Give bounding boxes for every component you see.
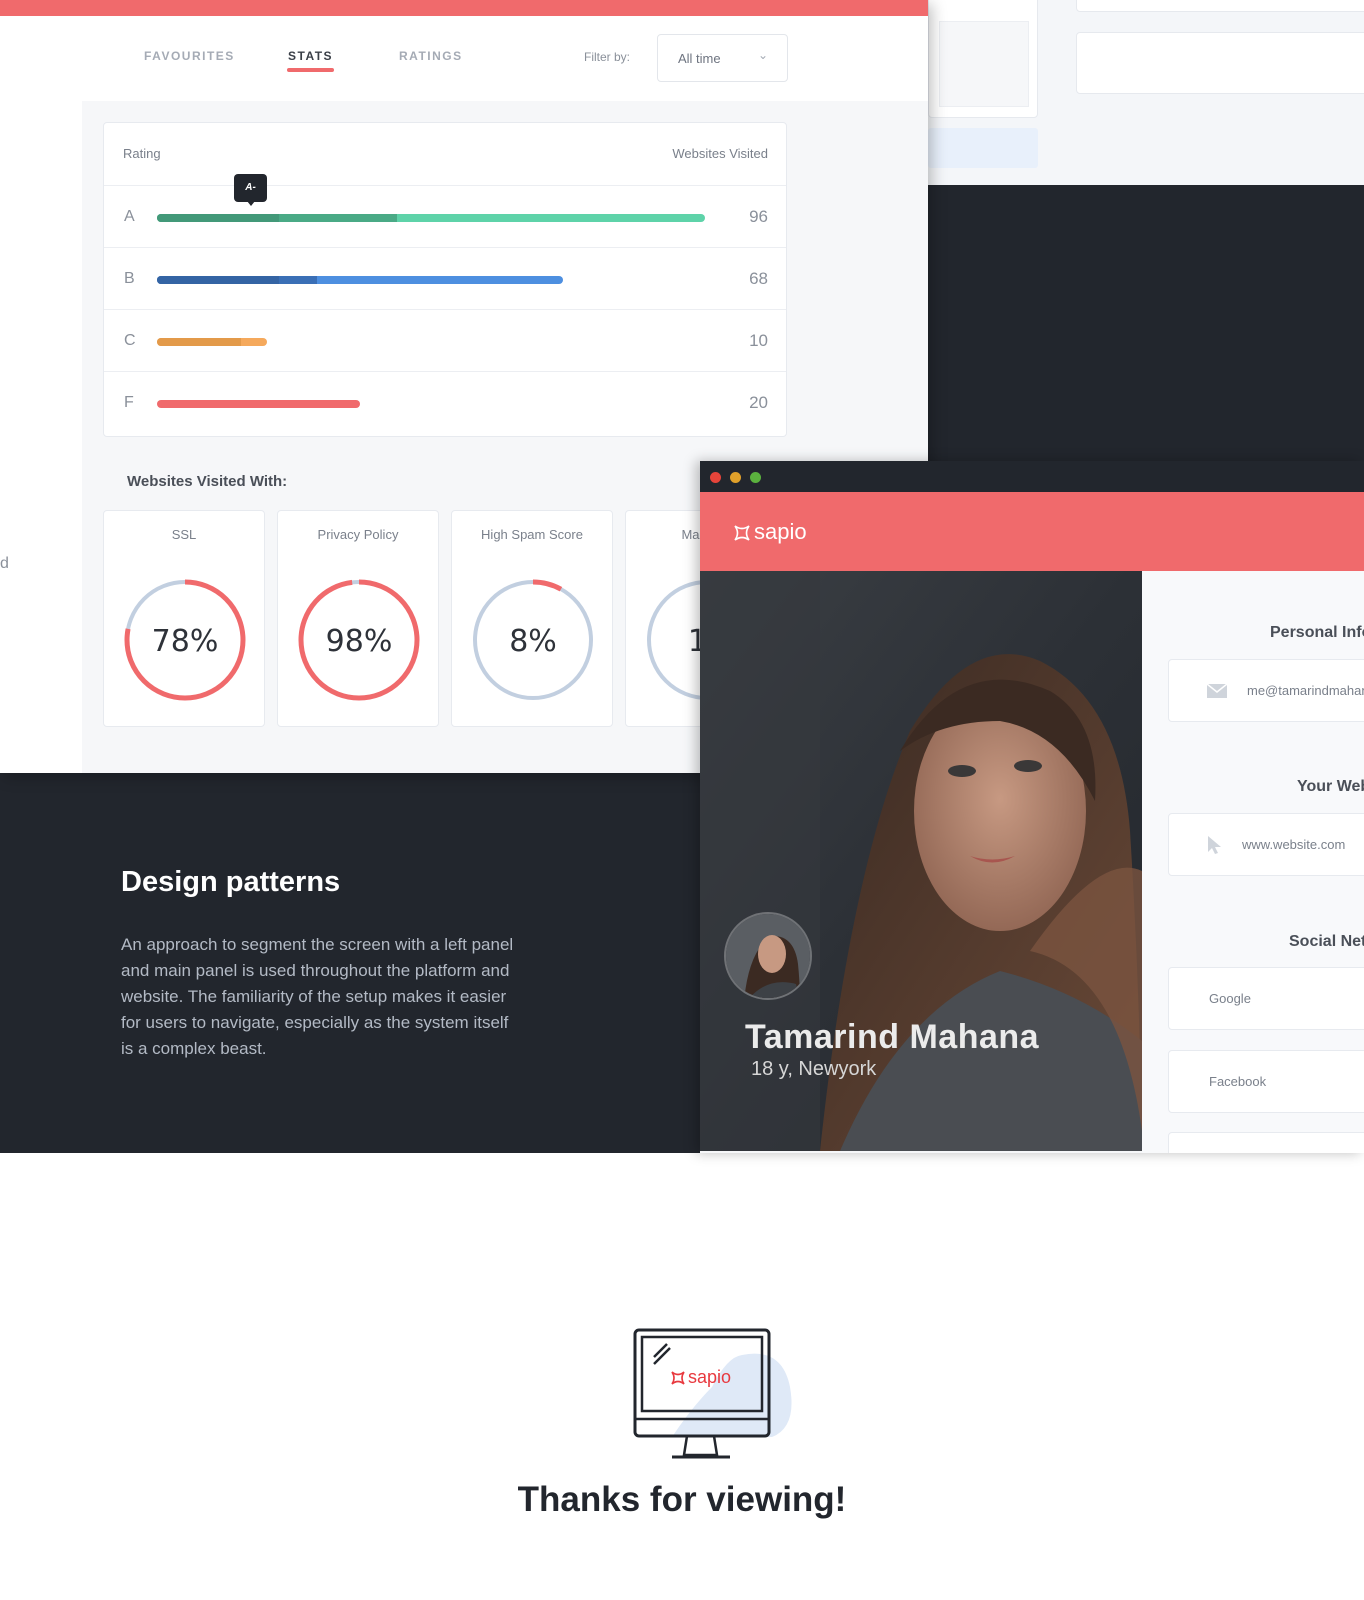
rating-bar-segment — [157, 214, 279, 222]
rating-bar-segment — [157, 338, 241, 346]
active-tab-indicator — [287, 68, 334, 72]
social-field[interactable] — [1168, 1132, 1364, 1153]
ghost-box — [939, 21, 1029, 107]
rating-letter: F — [124, 394, 134, 411]
personal-info-label: Personal Info — [1270, 624, 1364, 641]
metric-label: High Spam Score — [481, 527, 583, 542]
maximize-dot[interactable] — [750, 472, 761, 483]
metric-value: 98% — [326, 624, 393, 659]
filter-value: All time — [678, 51, 721, 66]
rating-row: C 10 — [104, 309, 786, 372]
close-dot[interactable] — [710, 472, 721, 483]
top-accent-bar — [0, 0, 928, 16]
rating-letter: B — [124, 270, 135, 287]
tooltip-arrow — [247, 201, 255, 206]
brand-name: sapio — [754, 519, 807, 544]
tab-favourites[interactable]: FAVOURITES — [144, 49, 235, 63]
social-networks-label: Social Net — [1289, 933, 1364, 950]
sapio-logo-icon — [732, 523, 752, 548]
rating-bar[interactable] — [157, 276, 563, 284]
bar-tooltip: A- — [234, 174, 267, 202]
rating-count: 20 — [749, 393, 768, 412]
filter-label: Filter by: — [584, 50, 631, 64]
rating-row: B 68 — [104, 247, 786, 310]
metric-card: Privacy Policy 98% — [277, 510, 439, 727]
filter-select[interactable]: All time ⌄ — [657, 34, 788, 82]
email-field[interactable]: me@tamarindmahana — [1168, 659, 1364, 722]
ratings-card: Rating Websites Visited A 96 B 68 C 10 F 20 — [103, 122, 787, 437]
email-value: me@tamarindmahana — [1247, 683, 1364, 698]
facebook-field[interactable]: Facebook — [1168, 1050, 1364, 1113]
website-value: www.website.com — [1242, 837, 1346, 852]
metric-donut: 78% — [124, 579, 246, 701]
metric-donut: 8% — [472, 579, 594, 701]
rating-bar[interactable] — [157, 338, 267, 346]
profile-window: sapio Tamarind Mahana 18 y, Newyork Pers… — [700, 461, 1364, 1153]
thanks-text: Thanks for viewing! — [517, 1480, 847, 1519]
rating-count: 10 — [749, 331, 768, 350]
rating-count: 68 — [749, 269, 768, 288]
rating-bar[interactable] — [157, 214, 705, 222]
cursor-icon — [1207, 835, 1223, 860]
metric-label: Privacy Policy — [317, 527, 399, 542]
tab-stats[interactable]: STATS — [288, 49, 333, 63]
info-panel: Personal Info me@tamarindmahana Your Web… — [1142, 571, 1364, 1153]
metric-value: 78% — [152, 624, 219, 659]
dark-band — [928, 185, 1364, 465]
rating-count: 96 — [749, 207, 768, 226]
background-panel — [928, 0, 1364, 185]
ghost-card — [1076, 0, 1364, 12]
metric-card: High Spam Score 8% — [451, 510, 613, 727]
google-label: Google — [1209, 991, 1251, 1006]
minimize-dot[interactable] — [730, 472, 741, 483]
app-header: sapio — [700, 492, 1364, 571]
monitor-illustration: sapio — [632, 1327, 802, 1467]
website-label: Your Web — [1297, 778, 1364, 795]
rating-row: A 96 — [104, 185, 786, 248]
metric-value: 8% — [509, 624, 557, 659]
rating-bar-segment — [157, 276, 279, 284]
metric-donut: 98% — [298, 579, 420, 701]
section-body: An approach to segment the screen with a… — [121, 935, 514, 1058]
rating-bar[interactable] — [157, 400, 360, 408]
section-title: Design patterns — [121, 866, 341, 898]
mail-icon — [1206, 683, 1228, 703]
rating-row: F 20 — [104, 371, 786, 434]
window-titlebar — [700, 461, 1364, 492]
facebook-label: Facebook — [1209, 1074, 1267, 1089]
rating-column-header: Rating — [123, 146, 161, 161]
visited-heading: Websites Visited With: — [127, 473, 288, 490]
rating-letter: A — [124, 208, 135, 225]
rating-letter: C — [124, 332, 136, 349]
side-text: d — [0, 555, 9, 572]
avatar — [724, 912, 812, 1000]
ghost-card — [928, 0, 1038, 118]
visited-column-header: Websites Visited — [672, 146, 768, 161]
tab-ratings[interactable]: RATINGS — [399, 49, 463, 63]
website-field[interactable]: www.website.com — [1168, 813, 1364, 876]
profile-name: Tamarind Mahana — [745, 1018, 1040, 1056]
profile-meta: 18 y, Newyork — [751, 1058, 877, 1080]
chevron-down-icon: ⌄ — [758, 48, 769, 62]
metric-label: SSL — [171, 527, 197, 542]
monitor-brand: sapio — [688, 1367, 732, 1387]
google-field[interactable]: Google — [1168, 967, 1364, 1030]
ghost-button — [928, 128, 1038, 168]
metric-card: SSL 78% — [103, 510, 265, 727]
ghost-card — [1076, 32, 1364, 94]
